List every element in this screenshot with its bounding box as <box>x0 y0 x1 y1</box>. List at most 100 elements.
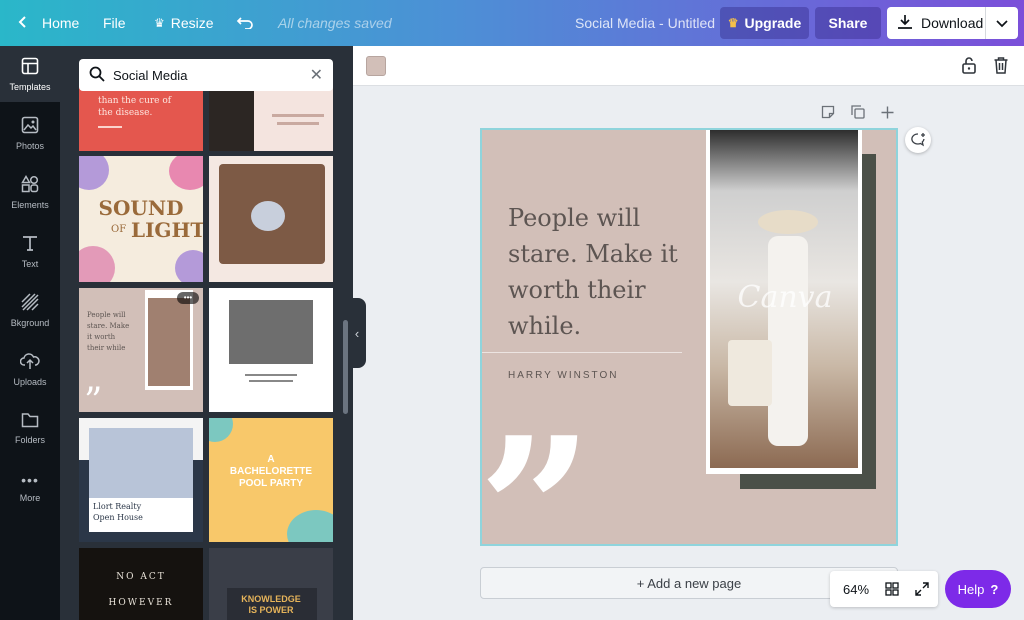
template-text: OF <box>111 224 127 235</box>
search-input[interactable]: Social Media <box>113 68 187 83</box>
file-menu[interactable]: File <box>103 0 126 46</box>
template-text: POOL PARTY <box>238 478 304 489</box>
duplicate-page-icon[interactable] <box>850 104 866 120</box>
file-label: File <box>103 15 126 31</box>
fullscreen-icon[interactable] <box>915 582 929 596</box>
upgrade-button[interactable]: ♛ Upgrade <box>720 7 809 39</box>
unlock-icon[interactable] <box>959 54 979 76</box>
rail-item-templates[interactable]: Templates <box>0 46 60 102</box>
zoom-level[interactable]: 64% <box>843 582 869 597</box>
template-text: HOWEVER <box>108 598 174 608</box>
rail-item-photos[interactable]: Photos <box>0 105 60 161</box>
resize-icon: ♛ <box>154 16 165 30</box>
elements-icon <box>21 174 39 195</box>
undo-button[interactable] <box>236 0 254 46</box>
crown-icon: ♛ <box>727 16 739 30</box>
help-button[interactable]: Help ? <box>945 570 1011 608</box>
text-icon <box>21 234 39 254</box>
quote-text[interactable]: People will stare. Make it worth their w… <box>508 200 678 344</box>
rail-label: Templates <box>9 81 51 92</box>
template-thumbnail[interactable] <box>209 86 333 151</box>
rail-label: Photos <box>15 140 45 151</box>
download-label: Download <box>921 15 984 31</box>
share-label: Share <box>828 15 868 31</box>
chevron-left-icon: ‹ <box>354 325 360 341</box>
rail-label: More <box>19 492 41 503</box>
template-text: it worth <box>87 333 116 341</box>
chevron-left-icon <box>16 15 30 32</box>
quote-mark-icon: ” <box>84 381 103 413</box>
zoom-controls: 64% <box>830 571 938 607</box>
background-color-swatch[interactable] <box>366 56 386 76</box>
template-thumbnail[interactable]: A BACHELORETTE POOL PARTY <box>209 418 333 542</box>
download-control: Download <box>887 7 1018 39</box>
trash-icon[interactable] <box>991 54 1011 76</box>
template-photo <box>209 86 254 151</box>
hat-shape <box>758 210 818 234</box>
template-thumbnail-selected[interactable]: People will stare. Make it worth their w… <box>79 288 203 412</box>
help-label: Help <box>957 581 985 597</box>
templates-panel: Social Media ✕ than the cure of the dise… <box>60 46 353 620</box>
template-thumbnail[interactable] <box>209 288 333 412</box>
template-thumbnail[interactable]: NO ACT HOWEVER <box>79 548 203 620</box>
template-text: A <box>267 454 275 465</box>
close-icon[interactable]: ✕ <box>310 65 323 85</box>
top-bar: Home File ♛ Resize All changes saved Soc… <box>0 0 1024 46</box>
resize-button[interactable]: ♛ Resize <box>154 0 214 46</box>
flower-decoration <box>79 156 109 190</box>
add-comment-icon[interactable] <box>905 127 931 153</box>
upgrade-label: Upgrade <box>744 15 802 31</box>
rail-label: Elements <box>11 199 49 210</box>
template-text: KNOWLEDGE <box>241 594 301 604</box>
template-photo <box>89 428 193 498</box>
grid-view-icon[interactable] <box>885 582 899 596</box>
rail-item-elements[interactable]: Elements <box>0 164 60 220</box>
design-canvas[interactable]: People will stare. Make it worth their w… <box>480 128 898 546</box>
rail-item-background[interactable]: Bkground <box>0 282 60 338</box>
quote-mark-icon[interactable]: ” <box>482 412 593 545</box>
template-text: the disease. <box>98 108 153 118</box>
model-photo: Canva <box>710 130 858 468</box>
rail-item-text[interactable]: Text <box>0 223 60 279</box>
rail-item-more[interactable]: ••• More <box>0 459 60 515</box>
template-decoration <box>245 374 297 376</box>
rail-label: Bkground <box>10 317 50 328</box>
template-thumbnail[interactable]: SOUND OF LIGHT <box>79 156 203 282</box>
template-thumbnail[interactable]: Llort Realty Open House <box>79 418 203 542</box>
download-button[interactable]: Download <box>887 7 986 39</box>
search-field[interactable]: Social Media ✕ <box>79 59 333 91</box>
more-options-icon[interactable]: ••• <box>177 292 199 304</box>
template-card <box>227 588 317 620</box>
home-label: Home <box>42 15 80 31</box>
share-button[interactable]: Share <box>815 7 881 39</box>
template-decoration <box>98 126 122 128</box>
photos-icon <box>21 116 39 136</box>
template-text: People will <box>87 311 126 319</box>
template-thumbnail[interactable] <box>209 156 333 282</box>
help-question-icon: ? <box>990 581 999 597</box>
uploads-icon <box>19 352 40 372</box>
umbrella-decoration <box>209 418 233 442</box>
templates-icon <box>21 57 39 77</box>
template-photo <box>148 298 190 386</box>
download-options-button[interactable] <box>986 7 1018 39</box>
editor-toolbar <box>353 46 1024 86</box>
template-thumbnail[interactable]: than the cure of the disease. <box>79 86 203 151</box>
rail-item-folders[interactable]: Folders <box>0 400 60 456</box>
template-text: IS POWER <box>248 605 294 615</box>
template-text: NO ACT <box>116 572 166 582</box>
document-title[interactable]: Social Media - Untitled <box>575 0 715 46</box>
template-thumbnail[interactable]: KNOWLEDGE IS POWER <box>209 548 333 620</box>
more-icon: ••• <box>21 471 39 488</box>
home-button[interactable]: Home <box>16 0 79 46</box>
template-decoration <box>277 122 319 125</box>
template-decoration <box>272 114 324 117</box>
rail-item-uploads[interactable]: Uploads <box>0 341 60 397</box>
float-decoration <box>287 510 333 542</box>
collapse-panel-button[interactable]: ‹ <box>348 298 366 368</box>
note-icon[interactable] <box>820 104 836 120</box>
photo-frame[interactable]: Canva <box>706 130 862 474</box>
rail-label: Folders <box>14 434 45 445</box>
add-page-icon[interactable] <box>879 104 895 120</box>
author-name[interactable]: HARRY WINSTON <box>508 370 618 381</box>
